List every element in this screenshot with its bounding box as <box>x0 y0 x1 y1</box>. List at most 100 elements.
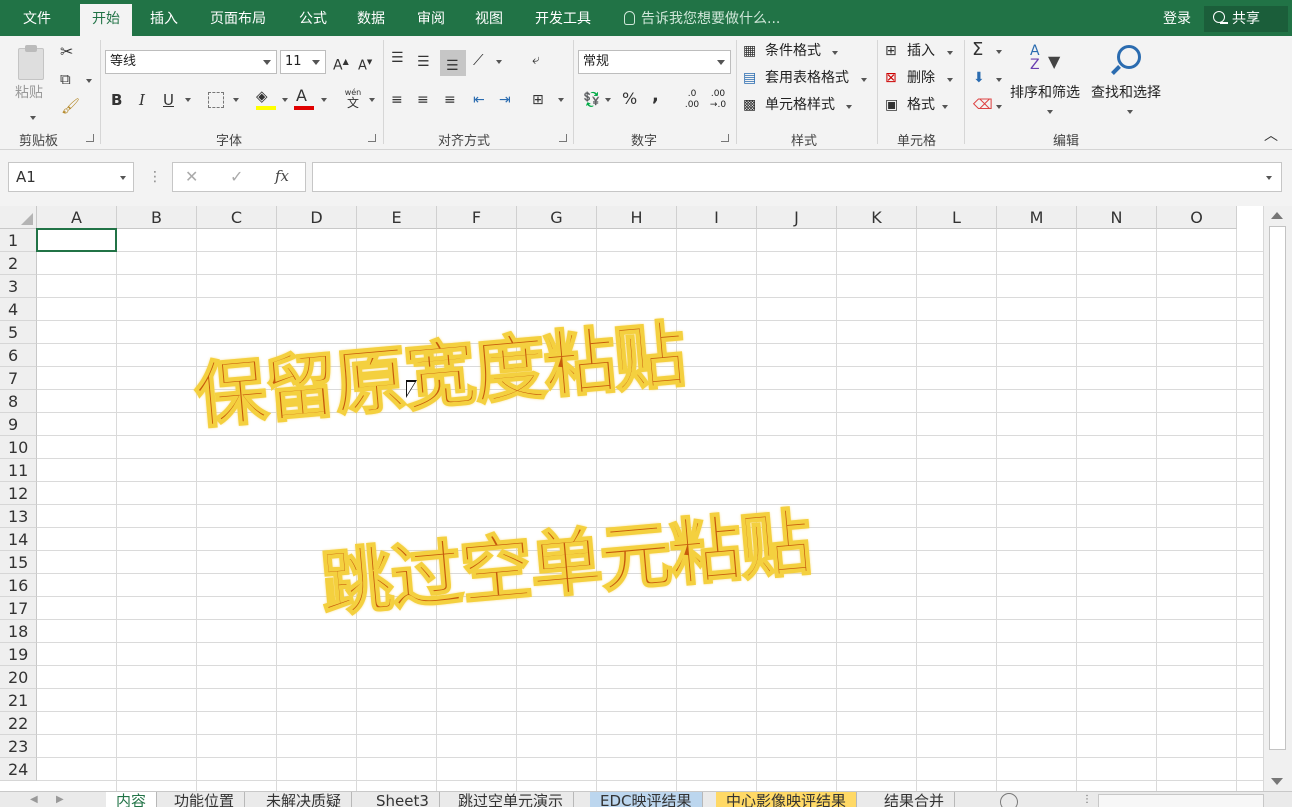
number-format-select[interactable]: 常规 <box>578 50 731 74</box>
chevron-down-icon[interactable] <box>996 78 1002 82</box>
tab-view[interactable]: 视图 <box>475 0 503 36</box>
row-header[interactable]: 5 <box>0 321 37 344</box>
align-top-icon[interactable]: ☰ <box>391 50 404 66</box>
chevron-down-icon[interactable] <box>86 79 92 83</box>
formula-input[interactable] <box>312 162 1282 192</box>
collapse-ribbon-icon[interactable]: ︿ <box>1264 128 1278 144</box>
tab-insert[interactable]: 插入 <box>150 0 178 36</box>
clear-eraser-icon[interactable]: ⌫ <box>973 97 993 113</box>
column-header[interactable]: D <box>277 206 357 229</box>
column-header[interactable]: I <box>677 206 757 229</box>
row-header[interactable]: 14 <box>0 528 37 551</box>
row-header[interactable]: 1 <box>0 229 37 252</box>
more-tabs-icon[interactable]: ⋮ <box>1082 792 1092 807</box>
vertical-scroll-thumb[interactable] <box>1269 226 1286 750</box>
row-header[interactable]: 19 <box>0 643 37 666</box>
percent-button[interactable]: % <box>622 91 637 107</box>
paste-button[interactable]: 粘贴 <box>12 42 52 120</box>
cut-icon[interactable]: ✂ <box>60 44 73 60</box>
tab-home[interactable]: 开始 <box>80 4 132 40</box>
row-header[interactable]: 7 <box>0 367 37 390</box>
select-all-button[interactable] <box>0 206 37 229</box>
chevron-down-icon[interactable] <box>282 98 288 102</box>
sheet-tab[interactable]: 内容 <box>106 792 158 807</box>
column-header[interactable]: F <box>437 206 517 229</box>
row-header[interactable]: 21 <box>0 689 37 712</box>
underline-button[interactable]: U <box>163 92 174 108</box>
italic-button[interactable]: I <box>139 92 145 108</box>
column-header[interactable]: N <box>1077 206 1157 229</box>
cell-styles-button[interactable]: ▩ 单元格样式 <box>743 96 873 116</box>
autosum-icon[interactable]: Σ <box>972 41 983 59</box>
accounting-format-icon[interactable]: 💱 <box>583 92 600 108</box>
column-header[interactable]: K <box>837 206 917 229</box>
column-header[interactable]: O <box>1157 206 1237 229</box>
dialog-launcher-icon[interactable] <box>86 134 94 142</box>
row-header[interactable]: 15 <box>0 551 37 574</box>
font-size-select[interactable]: 11 <box>280 50 326 74</box>
row-header[interactable]: 4 <box>0 298 37 321</box>
orientation-icon[interactable]: ⟋ <box>473 52 484 68</box>
tab-developer[interactable]: 开发工具 <box>535 0 591 36</box>
scroll-up-icon[interactable] <box>1271 212 1283 219</box>
row-header[interactable]: 3 <box>0 275 37 298</box>
format-painter-icon[interactable]: 🖌 <box>61 98 80 114</box>
fill-color-icon[interactable]: ◈ <box>256 88 268 104</box>
row-header[interactable]: 2 <box>0 252 37 275</box>
chevron-down-icon[interactable] <box>185 98 191 102</box>
sort-filter-button[interactable]: AZ ▼ 排序和筛选 <box>1008 42 1088 122</box>
font-color-icon[interactable]: A <box>296 88 307 104</box>
row-header[interactable]: 11 <box>0 459 37 482</box>
tab-review[interactable]: 审阅 <box>417 0 445 36</box>
column-header[interactable]: C <box>197 206 277 229</box>
phonetic-icon[interactable]: wén 文 <box>343 88 363 112</box>
conditional-format-button[interactable]: ▦ 条件格式 <box>743 42 873 62</box>
border-icon[interactable] <box>208 92 224 108</box>
vertical-scrollbar[interactable] <box>1263 206 1292 791</box>
fill-down-icon[interactable]: ⬇ <box>973 70 985 86</box>
dialog-launcher-icon[interactable] <box>559 134 567 142</box>
tab-data[interactable]: 数据 <box>357 0 385 36</box>
find-select-button[interactable]: 查找和选择 <box>1089 42 1169 122</box>
chevron-down-icon[interactable] <box>321 98 327 102</box>
column-header[interactable]: L <box>917 206 997 229</box>
more-options-icon[interactable]: ⋮ <box>148 169 162 185</box>
copy-icon[interactable]: ⧉ <box>60 71 71 87</box>
row-header[interactable]: 20 <box>0 666 37 689</box>
align-left-icon[interactable]: ≡ <box>391 92 403 108</box>
tab-formulas[interactable]: 公式 <box>299 0 327 36</box>
login-link[interactable]: 登录 <box>1163 0 1191 38</box>
enter-check-icon[interactable]: ✓ <box>230 169 243 185</box>
column-header[interactable]: G <box>517 206 597 229</box>
increase-decimal-button[interactable]: .0 .00 <box>680 89 704 113</box>
horizontal-scrollbar[interactable] <box>1098 794 1264 807</box>
row-header[interactable]: 22 <box>0 712 37 735</box>
sheet-tab[interactable]: EDC映评结果 <box>590 792 703 807</box>
column-header[interactable]: H <box>597 206 677 229</box>
sheet-tab[interactable]: 中心影像映评结果 <box>716 792 858 807</box>
column-header[interactable]: M <box>997 206 1077 229</box>
shrink-font-icon[interactable]: A▼ <box>358 54 372 74</box>
tab-page-layout[interactable]: 页面布局 <box>210 0 266 36</box>
row-header[interactable]: 18 <box>0 620 37 643</box>
column-header[interactable]: J <box>757 206 837 229</box>
align-middle-icon[interactable]: ☰ <box>417 54 430 70</box>
share-button[interactable]: 共享 <box>1204 6 1288 32</box>
name-box[interactable]: A1 <box>8 162 134 192</box>
sheet-tab[interactable]: 未解决质疑 <box>256 792 353 807</box>
font-name-select[interactable]: 等线 <box>105 50 277 74</box>
chevron-down-icon[interactable] <box>996 105 1002 109</box>
chevron-down-icon[interactable] <box>996 50 1002 54</box>
cancel-icon[interactable]: ✕ <box>185 169 198 185</box>
insert-function-button[interactable]: fx <box>275 168 289 184</box>
grow-font-icon[interactable]: A▲ <box>333 54 349 74</box>
scroll-down-icon[interactable] <box>1271 778 1283 785</box>
bold-button[interactable]: B <box>111 92 122 108</box>
chevron-down-icon[interactable] <box>233 98 239 102</box>
column-header[interactable]: A <box>37 206 117 229</box>
row-header[interactable]: 6 <box>0 344 37 367</box>
chevron-down-icon[interactable] <box>369 98 375 102</box>
decrease-decimal-button[interactable]: .00 →.0 <box>706 89 730 113</box>
row-header[interactable]: 8 <box>0 390 37 413</box>
row-header[interactable]: 17 <box>0 597 37 620</box>
